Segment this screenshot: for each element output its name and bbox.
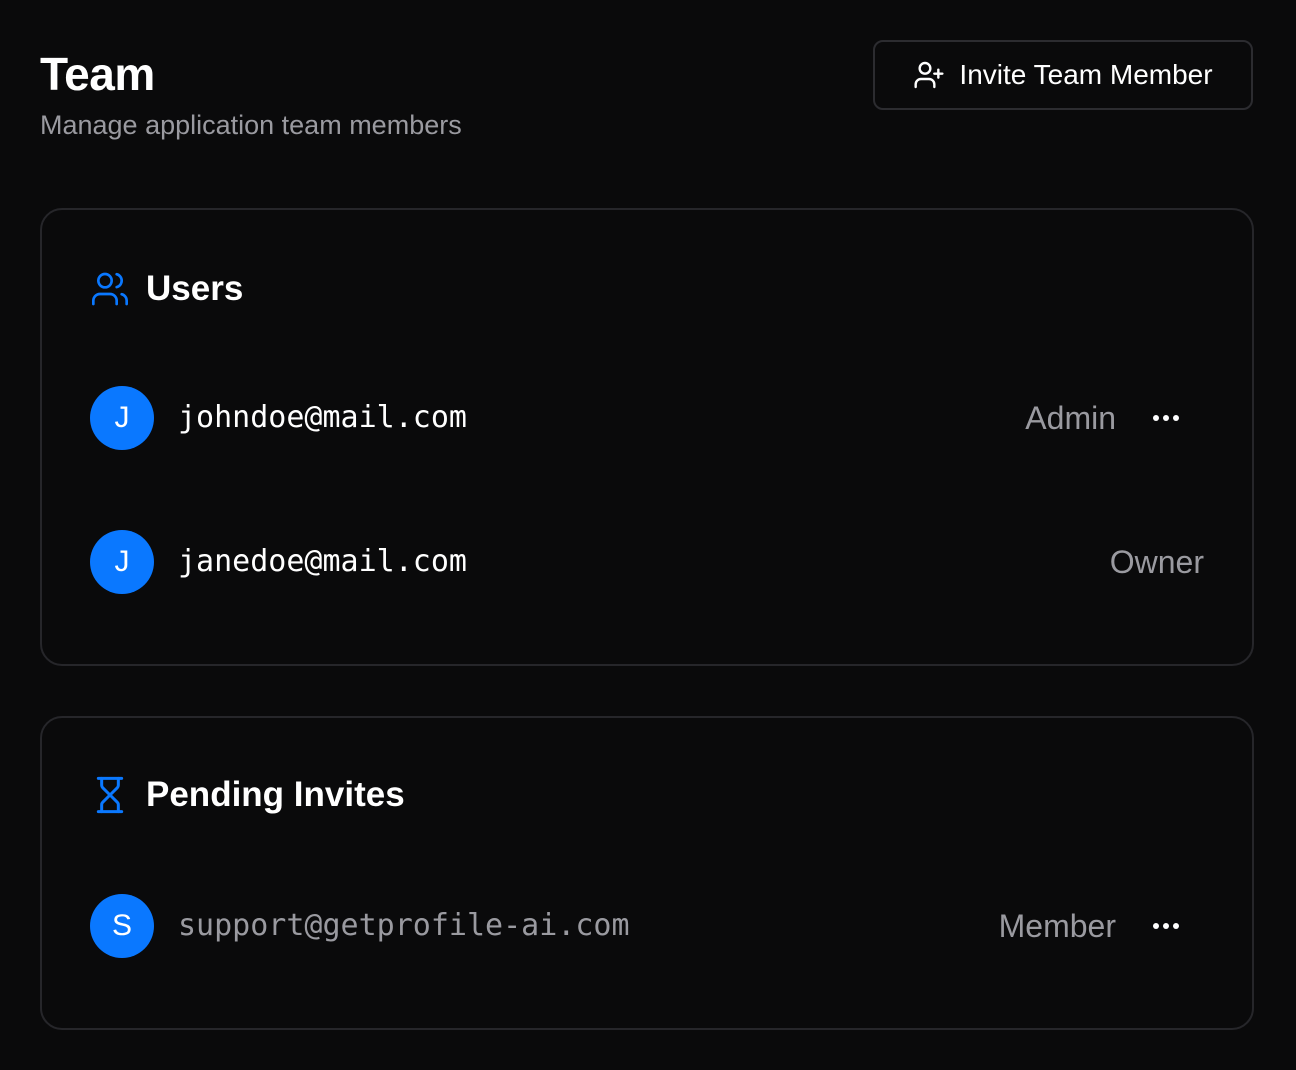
page-header: Team Manage application team members	[40, 46, 462, 142]
pending-invites-card-title: Pending Invites	[146, 775, 405, 814]
page-subtitle: Manage application team members	[40, 110, 462, 140]
invite-team-member-button[interactable]: Invite Team Member	[873, 40, 1253, 110]
more-horizontal-icon	[1152, 922, 1180, 930]
user-email: johndoe@mail.com	[178, 400, 467, 435]
avatar: J	[90, 386, 154, 450]
invite-role: Member	[998, 908, 1116, 944]
more-options-button[interactable]	[1146, 906, 1186, 946]
more-options-button[interactable]	[1146, 398, 1186, 438]
users-card: Users J johndoe@mail.com Admin J janedoe…	[40, 208, 1254, 666]
avatar: J	[90, 530, 154, 594]
user-plus-icon	[913, 59, 945, 91]
users-card-title: Users	[146, 269, 244, 308]
more-horizontal-icon	[1152, 414, 1180, 422]
user-row: J johndoe@mail.com Admin	[90, 386, 1204, 450]
users-icon	[90, 269, 130, 309]
invite-team-member-label: Invite Team Member	[959, 59, 1213, 90]
user-row: J janedoe@mail.com Owner	[90, 530, 1204, 594]
page-title: Team	[40, 48, 155, 100]
invite-email: support@getprofile-ai.com	[178, 908, 630, 943]
users-card-header: Users	[90, 268, 243, 310]
pending-invites-card: Pending Invites S support@getprofile-ai.…	[40, 716, 1254, 1030]
user-role: Admin	[1025, 400, 1116, 436]
hourglass-icon	[90, 775, 130, 815]
user-role: Owner	[1109, 544, 1204, 580]
pending-invites-card-header: Pending Invites	[90, 774, 405, 816]
invite-row: S support@getprofile-ai.com Member	[90, 894, 1204, 958]
avatar: S	[90, 894, 154, 958]
user-email: janedoe@mail.com	[178, 544, 467, 579]
